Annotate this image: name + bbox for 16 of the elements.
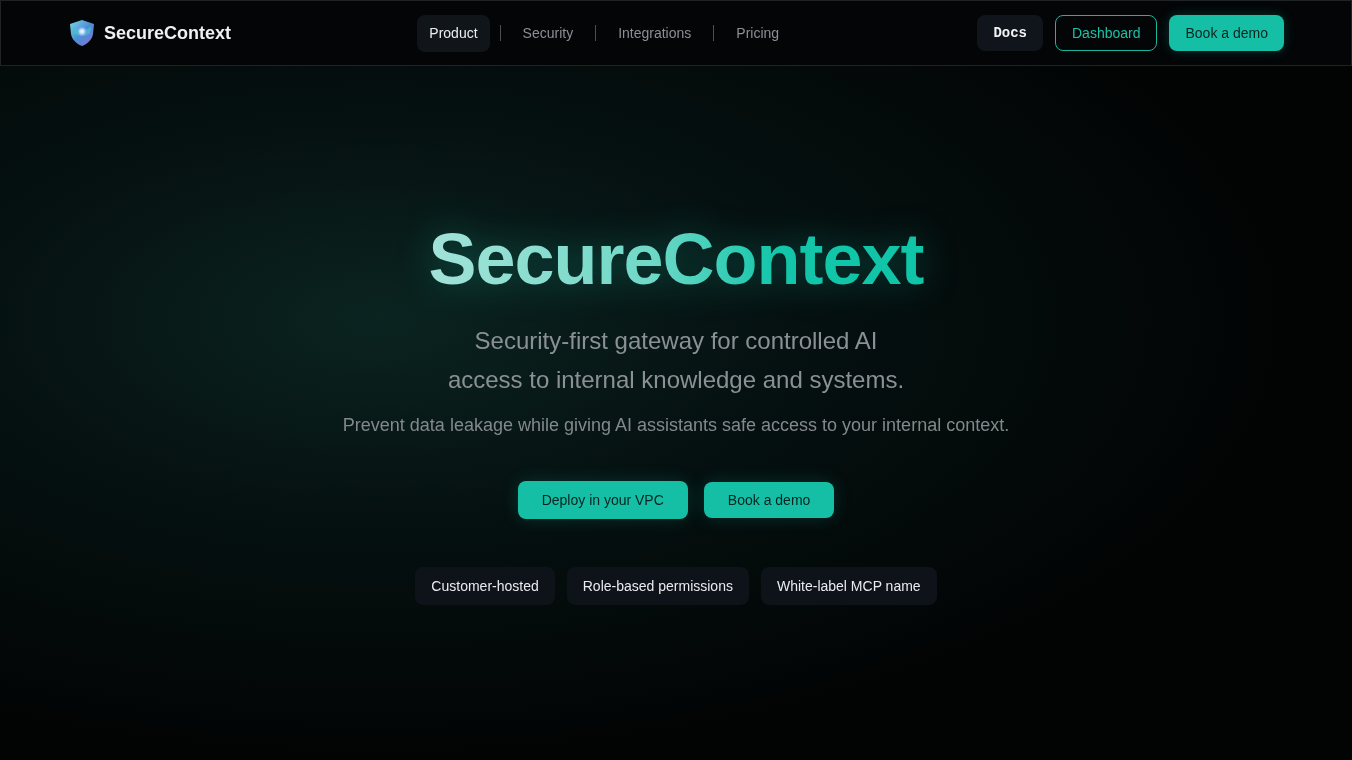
nav-tab[interactable]: Product — [417, 14, 490, 52]
nav-tab[interactable]: Integrations — [606, 14, 704, 52]
docs-button[interactable]: Docs — [977, 15, 1043, 51]
book-demo-button[interactable]: Book a demo — [1169, 15, 1284, 51]
nav-tab[interactable]: Pricing — [724, 14, 792, 52]
brand-name: SecureContext — [104, 21, 232, 45]
dashboard-button[interactable]: Dashboard — [1055, 15, 1158, 51]
hero-subtitle: Security-first gateway for controlled AI access to internal knowledge and systems. — [446, 326, 906, 396]
book-demo-button[interactable]: Book a demo — [703, 482, 835, 519]
feature-tag: White-label MCP name — [760, 567, 937, 606]
feature-tag: Customer-hosted — [415, 567, 555, 606]
shield-logo-icon — [68, 19, 96, 47]
feature-tag: Role-based permissions — [566, 567, 749, 606]
hero-description: Prevent data leakage while giving AI assistants safe access to your internal context. — [342, 414, 1010, 438]
nav-tab[interactable]: Security — [510, 14, 586, 52]
deploy-button[interactable]: Deploy in your VPC — [517, 481, 688, 520]
